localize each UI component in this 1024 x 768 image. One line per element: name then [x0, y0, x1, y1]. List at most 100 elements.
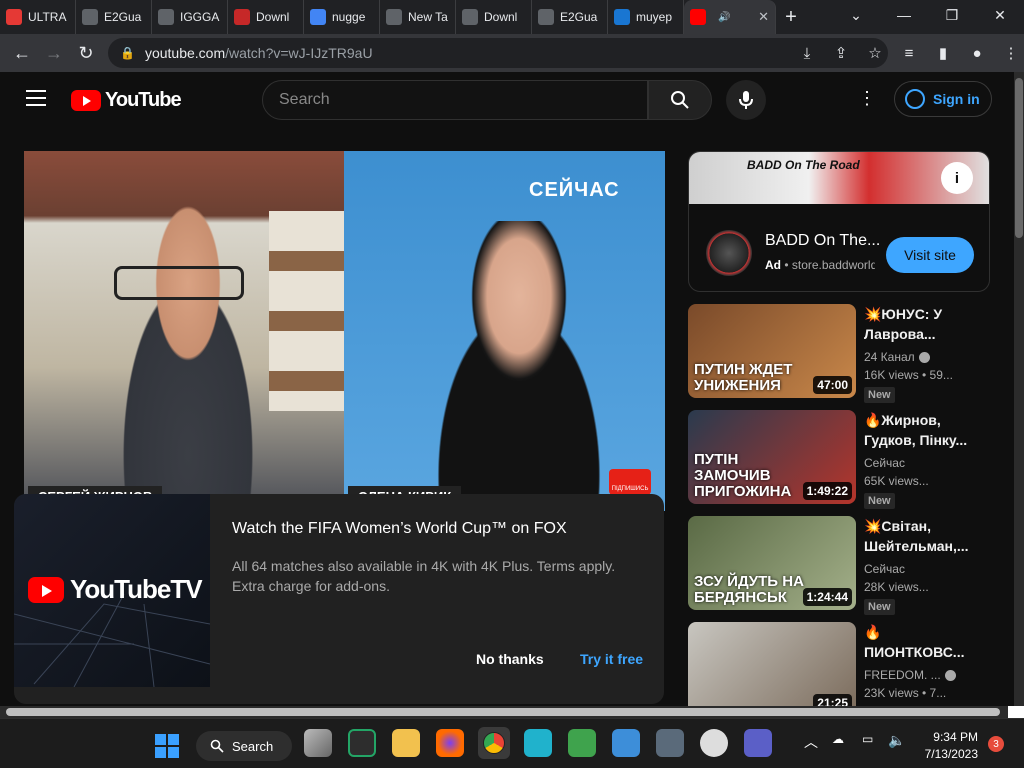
channel-name[interactable]: Сейчас [864, 456, 905, 470]
chrome-taskbar-button[interactable] [478, 727, 510, 759]
video-thumbnail[interactable]: ЗСУ ЙДУТЬ НА БЕРДЯНСЬК 1:24:44 [688, 516, 856, 610]
presenter-left-figure [88, 191, 288, 511]
video-thumbnail[interactable]: ПУТІН ЗАМОЧИВ ПРИГОЖИНА 1:49:22 [688, 410, 856, 504]
vertical-scrollbar[interactable] [1014, 72, 1024, 708]
ad-title[interactable]: BADD On The... [765, 232, 880, 250]
tab-audio-icon[interactable]: 🔊 [718, 12, 730, 23]
recommended-video[interactable]: ЗСУ ЙДУТЬ НА БЕРДЯНСЬК 1:24:44 💥Світан, Ше… [688, 516, 998, 615]
thumbnail-caption: ПУТИН ЖДЕТ УНИЖЕНИЯ [694, 361, 793, 394]
camera-icon[interactable] [656, 729, 684, 757]
chrome-menu-icon[interactable]: ⋮ [994, 44, 1024, 62]
back-button[interactable]: ← [6, 43, 38, 64]
reload-button[interactable]: ↻ [70, 43, 102, 64]
new-tab-button[interactable]: + [776, 6, 806, 29]
video-player[interactable]: СЕЙЧАС СЕРГЕЙ ЖИРНОВ ОЛЕНА КИРИК ПІДПИШИ… [24, 151, 665, 511]
recommended-video[interactable]: ПУТІН ЗАМОЧИВ ПРИГОЖИНА 1:49:22 🔥Жирнов, Г… [688, 410, 998, 509]
tab-favicon-icon [386, 9, 402, 25]
paint-icon[interactable] [612, 729, 640, 757]
video-title[interactable]: 💥ЮНУС: У Лаврова... [864, 304, 974, 344]
forward-button[interactable]: → [38, 43, 70, 64]
video-thumbnail[interactable]: ПУТИН ЖДЕТ УНИЖЕНИЯ 47:00 [688, 304, 856, 398]
app-icon-blue[interactable] [524, 729, 552, 757]
media-control-icon[interactable]: ≡ [892, 45, 926, 62]
tab-favicon-icon [310, 9, 326, 25]
browser-tab[interactable]: nugge [304, 0, 380, 34]
url-path: /watch?v=wJ-IJzTR9aU [225, 45, 373, 61]
app-icon-purple[interactable] [744, 729, 772, 757]
browser-tab[interactable]: E2Gua [532, 0, 608, 34]
side-panel-icon[interactable]: ▮ [926, 44, 960, 62]
close-window-button[interactable]: ✕ [976, 0, 1024, 34]
profile-icon[interactable]: ● [960, 45, 994, 62]
browser-tab[interactable]: ULTRA [0, 0, 76, 34]
voice-search-button[interactable] [726, 80, 766, 120]
clock-app-icon[interactable] [700, 729, 728, 757]
clock-date: 7/13/2023 [924, 747, 978, 761]
guide-menu-icon[interactable] [26, 90, 46, 106]
browser-tab[interactable]: E2Gua [76, 0, 152, 34]
firefox-icon[interactable] [436, 729, 464, 757]
channel-name[interactable]: 24 Канал [864, 350, 930, 364]
promo-thumbnail: YouTubeTV [14, 494, 210, 687]
vertical-scroll-thumb[interactable] [1015, 78, 1023, 238]
video-title[interactable]: 🔥ПИОНТКОВС... [864, 622, 974, 662]
vscode-icon[interactable] [348, 729, 376, 757]
tab-search-icon[interactable]: ⌄ [832, 0, 880, 34]
restore-button[interactable]: ❐ [928, 0, 976, 34]
browser-tab[interactable]: New Ta [380, 0, 456, 34]
volume-icon[interactable]: 🔈 [888, 732, 905, 749]
task-view-icon[interactable] [304, 729, 332, 757]
browser-tab[interactable]: 🔊 ✕ [684, 0, 776, 34]
windows-start-icon[interactable] [155, 734, 179, 758]
install-app-icon[interactable]: ⤓ [790, 45, 824, 62]
browser-tab[interactable]: IGGGA [152, 0, 228, 34]
tab-favicon-icon [6, 9, 22, 25]
youtube-logo[interactable]: YouTube [71, 89, 182, 112]
app-icon-green[interactable] [568, 729, 596, 757]
sign-in-button[interactable]: Sign in [894, 81, 992, 117]
horizontal-scrollbar[interactable] [0, 706, 1008, 718]
settings-menu-icon[interactable]: ⋮ [858, 88, 876, 109]
network-off-icon[interactable]: ☁ [832, 732, 844, 746]
recommended-video[interactable]: 21:25 🔥ПИОНТКОВС... FREEDOM. ... 23K views … [688, 622, 998, 716]
recommended-video[interactable]: ПУТИН ЖДЕТ УНИЖЕНИЯ 47:00 💥ЮНУС: У Лаврова… [688, 304, 998, 403]
browser-tab[interactable]: muyep [608, 0, 684, 34]
channel-name[interactable]: Сейчас [864, 562, 905, 576]
video-title[interactable]: 💥Світан, Шейтельман,... [864, 516, 974, 556]
bookmark-star-icon[interactable]: ☆ [858, 44, 892, 62]
taskbar-search[interactable]: Search [196, 731, 292, 761]
promo-description: All 64 matches also available in 4K with… [232, 558, 616, 594]
new-badge: New [864, 387, 895, 403]
visit-site-button[interactable]: Visit site [886, 237, 974, 273]
video-title[interactable]: 🔥Жирнов, Гудков, Пінку... [864, 410, 974, 450]
minimize-button[interactable]: — [880, 0, 928, 34]
search-button[interactable] [648, 80, 712, 120]
tab-close-icon[interactable]: ✕ [758, 9, 769, 25]
url-text: youtube.com/watch?v=wJ-IJzTR9aU [145, 45, 373, 61]
system-clock[interactable]: 9:34 PM 7/13/2023 [914, 729, 978, 763]
ad-card[interactable]: BADD On The Road i BADD On The... Ad • s… [688, 151, 990, 292]
browser-tab[interactable]: Downl [456, 0, 532, 34]
browser-tab-strip: ULTRA E2Gua IGGGA Downl nugge New Ta Downl E2Gu… [0, 0, 1024, 34]
search-input[interactable]: Search [262, 80, 648, 120]
channel-name[interactable]: FREEDOM. ... [864, 668, 956, 682]
try-it-free-button[interactable]: Try it free [580, 651, 643, 667]
browser-toolbar: ← → ↻ 🔒 youtube.com/watch?v=wJ-IJzTR9aU … [0, 34, 1024, 72]
lock-icon[interactable]: 🔒 [120, 46, 135, 60]
file-explorer-icon[interactable] [392, 729, 420, 757]
video-thumbnail[interactable]: 21:25 [688, 622, 856, 716]
tray-overflow-icon[interactable]: ︿ [804, 732, 818, 752]
sign-in-label: Sign in [933, 91, 980, 107]
video-duration: 1:49:22 [802, 482, 852, 500]
notification-badge[interactable]: 3 [988, 736, 1004, 752]
share-icon[interactable]: ⇪ [824, 44, 858, 62]
ad-info-icon[interactable]: i [941, 162, 973, 194]
display-icon[interactable]: ▭ [862, 732, 873, 746]
channel-name-text: Сейчас [864, 562, 905, 576]
browser-tab[interactable]: Downl [228, 0, 304, 34]
horizontal-scroll-thumb[interactable] [6, 708, 1000, 716]
channel-name-text: FREEDOM. ... [864, 668, 941, 682]
no-thanks-button[interactable]: No thanks [476, 651, 544, 667]
advertiser-avatar [706, 230, 752, 276]
address-bar[interactable]: 🔒 youtube.com/watch?v=wJ-IJzTR9aU [108, 38, 888, 68]
